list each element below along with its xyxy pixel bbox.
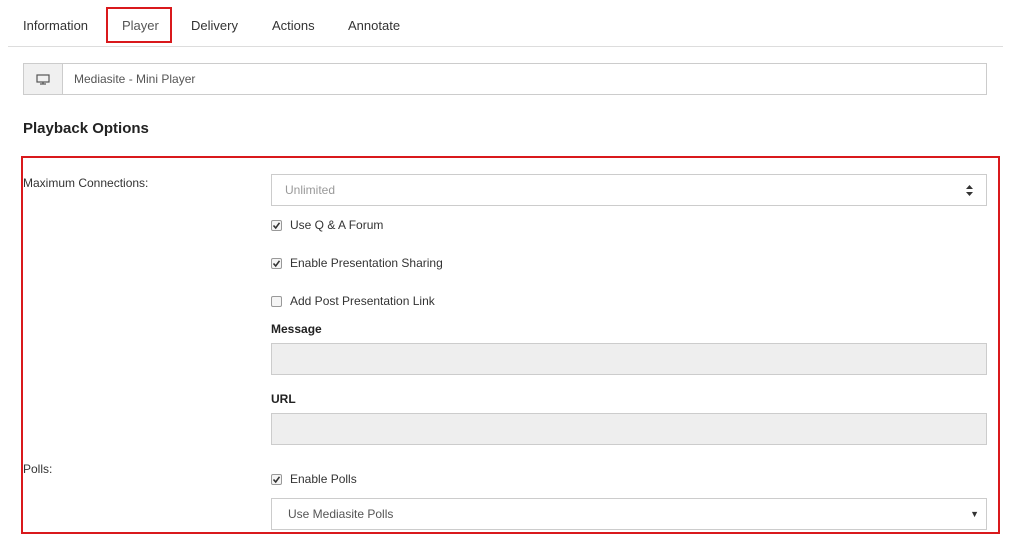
checkmark-icon xyxy=(272,475,281,483)
tab-information[interactable]: Information xyxy=(23,0,88,46)
polls-provider-value: Use Mediasite Polls xyxy=(288,507,394,521)
section-title: Playback Options xyxy=(23,120,149,137)
checkmark-icon xyxy=(272,221,281,229)
max-connections-input[interactable]: Unlimited xyxy=(271,174,987,206)
post-presentation-link-label: Add Post Presentation Link xyxy=(290,294,435,308)
spinner-arrows-icon[interactable] xyxy=(965,184,974,197)
polls-label: Polls: xyxy=(23,462,53,476)
tab-delivery[interactable]: Delivery xyxy=(191,0,238,46)
qa-forum-label: Use Q & A Forum xyxy=(290,218,384,232)
enable-polls-checkbox[interactable] xyxy=(271,473,282,485)
qa-forum-option[interactable]: Use Q & A Forum xyxy=(271,217,383,233)
max-connections-label: Maximum Connections: xyxy=(23,176,149,190)
tab-player-highlight xyxy=(106,7,172,43)
max-connections-value: Unlimited xyxy=(285,183,336,197)
caret-down-icon: ▼ xyxy=(970,509,979,519)
post-presentation-link-option[interactable]: Add Post Presentation Link xyxy=(271,293,435,309)
url-label: URL xyxy=(271,392,296,406)
url-input[interactable] xyxy=(271,413,987,445)
monitor-icon xyxy=(36,73,50,85)
qa-forum-checkbox[interactable] xyxy=(271,219,282,231)
presentation-sharing-option[interactable]: Enable Presentation Sharing xyxy=(271,255,443,271)
polls-provider-select[interactable]: Use Mediasite Polls ▼ xyxy=(271,498,987,530)
player-addon xyxy=(24,64,63,94)
presentation-sharing-label: Enable Presentation Sharing xyxy=(290,256,443,270)
tab-annotate[interactable]: Annotate xyxy=(348,0,400,46)
enable-polls-label: Enable Polls xyxy=(290,472,357,486)
player-selector-value: Mediasite - Mini Player xyxy=(74,72,196,86)
enable-polls-option[interactable]: Enable Polls xyxy=(271,471,357,487)
presentation-sharing-checkbox[interactable] xyxy=(271,257,282,269)
post-presentation-link-checkbox[interactable] xyxy=(271,295,282,307)
message-input[interactable] xyxy=(271,343,987,375)
message-label: Message xyxy=(271,322,322,336)
player-selector[interactable]: Mediasite - Mini Player xyxy=(23,63,987,95)
checkmark-icon xyxy=(272,259,281,267)
tab-actions[interactable]: Actions xyxy=(272,0,315,46)
